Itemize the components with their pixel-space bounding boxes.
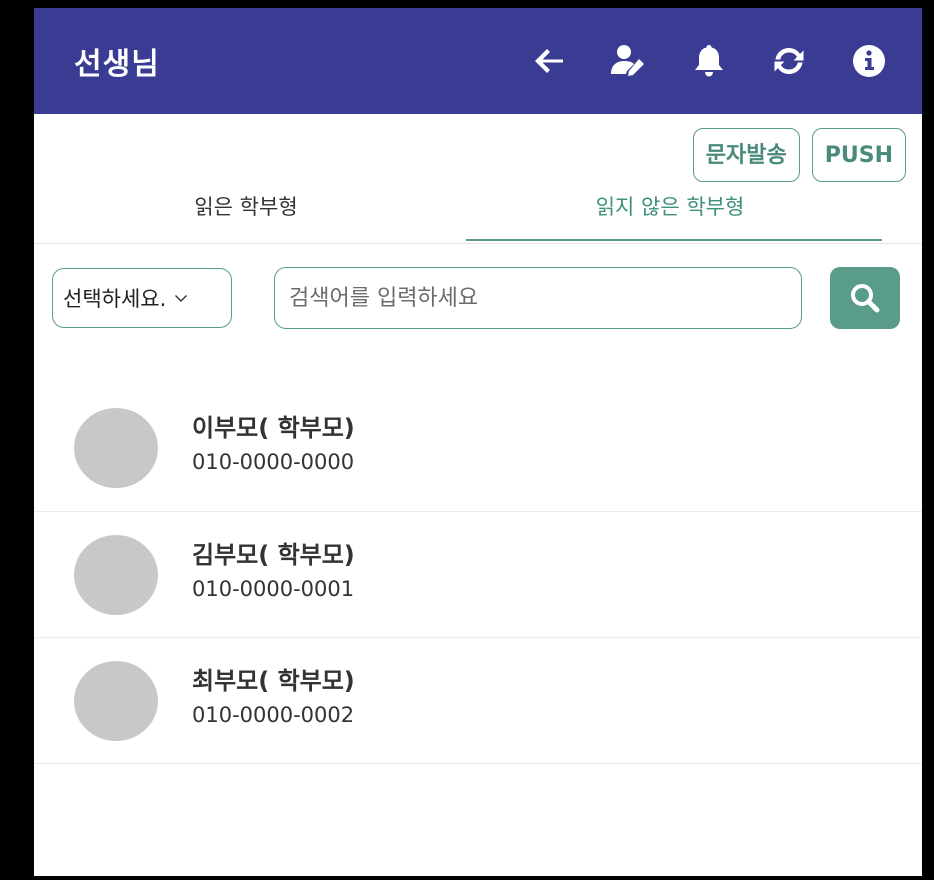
list-item-text: 이부모( 학부모) 010-0000-0000 xyxy=(192,411,355,479)
app-bar-actions xyxy=(526,38,892,84)
tab-unread-parents[interactable]: 읽지 않은 학부형 xyxy=(458,186,882,243)
tab-bar: 읽은 학부형 읽지 않은 학부형 xyxy=(34,186,922,244)
parent-name: 김부모( 학부모) xyxy=(192,540,355,569)
send-sms-button[interactable]: 문자발송 xyxy=(692,128,800,182)
filter-select[interactable]: 선택하세요. xyxy=(52,268,232,328)
app-title: 선생님 xyxy=(74,47,160,82)
app-bar: 선생님 xyxy=(34,8,922,114)
user-edit-icon[interactable] xyxy=(606,38,652,84)
avatar xyxy=(74,534,158,615)
chevron-down-icon xyxy=(175,295,188,302)
search-row: 선택하세요. xyxy=(34,244,922,330)
refresh-icon[interactable] xyxy=(766,38,812,84)
action-row: 문자발송 PUSH xyxy=(34,114,922,186)
back-arrow-icon[interactable] xyxy=(526,38,572,84)
search-button[interactable] xyxy=(830,267,900,329)
tab-read-parents[interactable]: 읽은 학부형 xyxy=(34,186,458,243)
parent-list: 이부모( 학부모) 010-0000-0000 김부모( 학부모) 010-00… xyxy=(34,384,922,764)
filter-select-value: 선택하세요. xyxy=(63,287,167,311)
search-input[interactable] xyxy=(274,267,802,329)
avatar xyxy=(74,660,158,741)
parent-phone: 010-0000-0001 xyxy=(192,576,355,601)
list-item-text: 김부모( 학부모) 010-0000-0001 xyxy=(192,538,355,606)
bell-icon[interactable] xyxy=(686,38,732,84)
search-icon xyxy=(851,284,880,313)
parent-phone: 010-0000-0000 xyxy=(192,449,355,474)
push-button[interactable]: PUSH xyxy=(811,128,906,182)
list-item[interactable]: 최부모( 학부모) 010-0000-0002 xyxy=(34,638,922,764)
list-item[interactable]: 이부모( 학부모) 010-0000-0000 xyxy=(34,384,922,512)
parent-phone: 010-0000-0002 xyxy=(192,702,355,727)
info-icon[interactable] xyxy=(846,38,892,84)
parent-name: 최부모( 학부모) xyxy=(192,666,355,695)
list-item[interactable]: 김부모( 학부모) 010-0000-0001 xyxy=(34,512,922,638)
parent-name: 이부모( 학부모) xyxy=(192,413,355,442)
avatar xyxy=(74,407,158,488)
list-item-text: 최부모( 학부모) 010-0000-0002 xyxy=(192,664,355,732)
app-frame: 선생님 문자발송 PUSH 읽은 학부형 읽지 않은 학부형 선택하세요. 검색… xyxy=(0,0,934,880)
